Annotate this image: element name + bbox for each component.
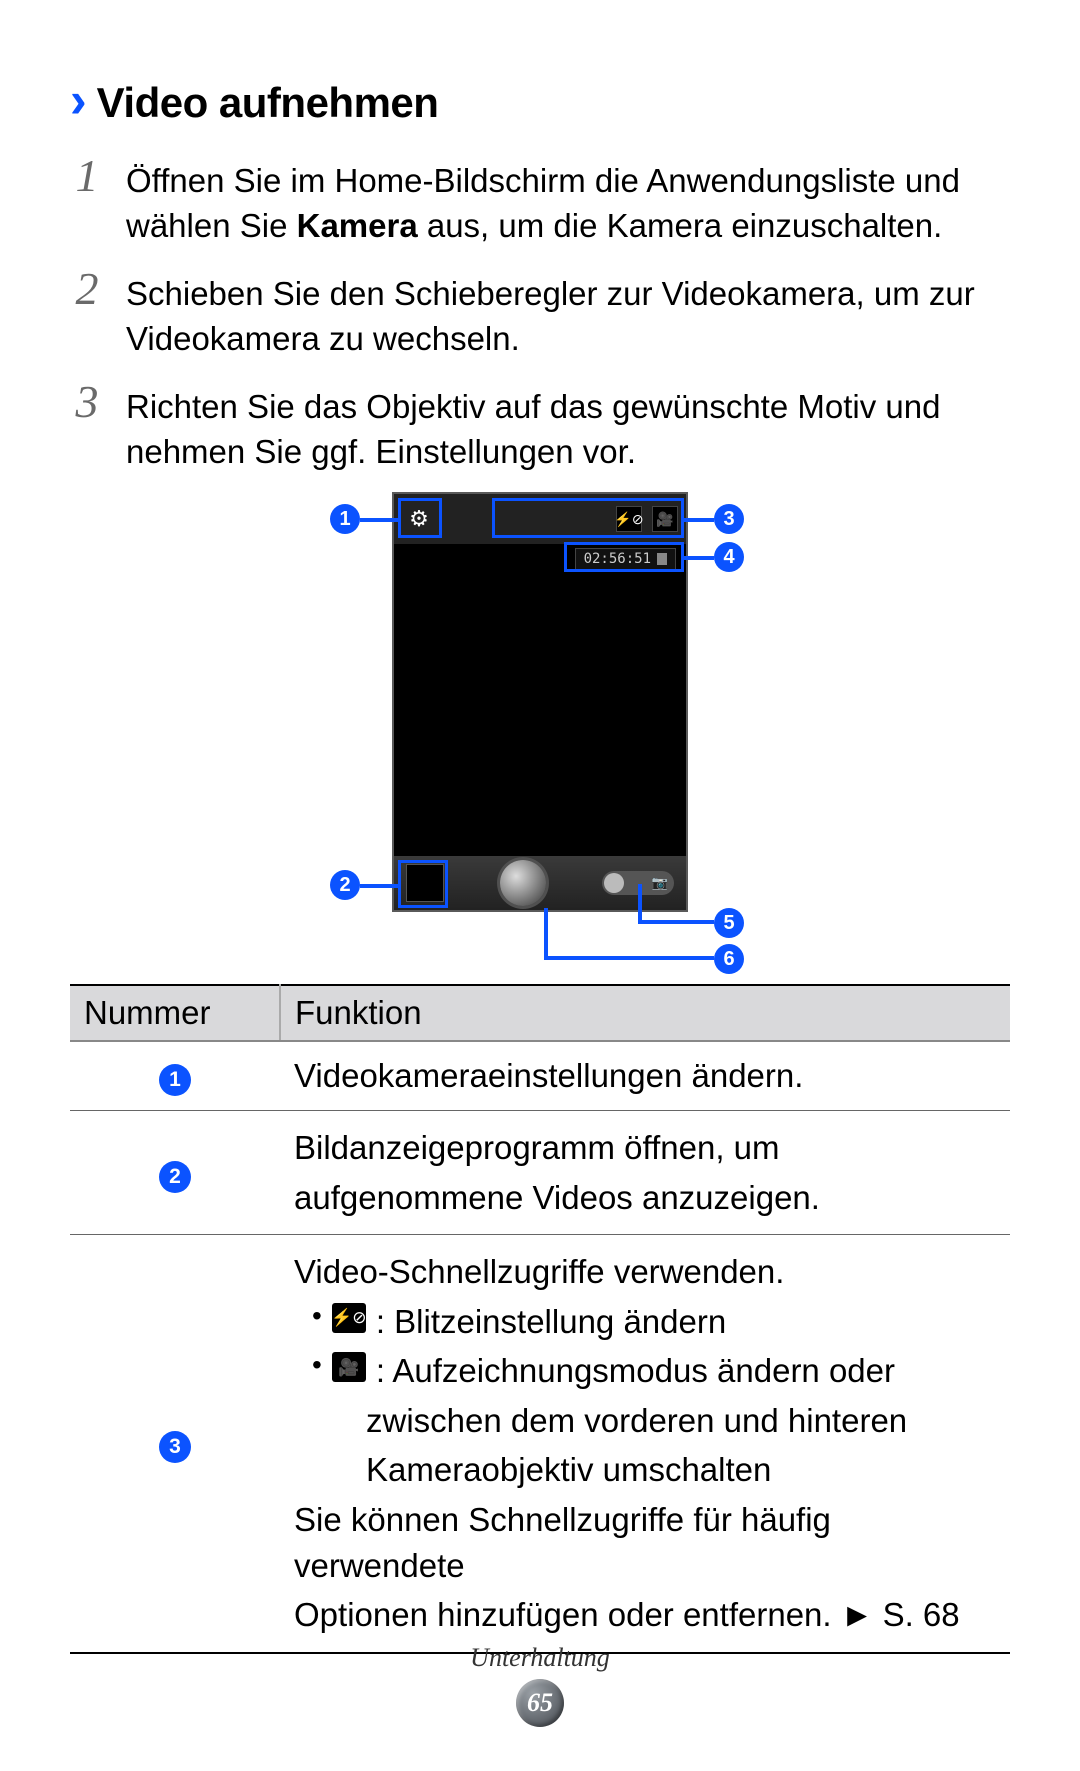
bullet-recmode-text-a: : Aufzeichnungsmodus ändern oder [376, 1348, 996, 1394]
callout-6: 6 [714, 944, 744, 974]
leader-2 [360, 884, 398, 888]
recmode-icon: 🎥 [332, 1352, 366, 1382]
col-header-number: Nummer [70, 985, 280, 1041]
callout-4: 4 [714, 542, 744, 572]
leader-5h [638, 920, 714, 924]
row-text-2: Bildanzeigeprogramm öffnen, um aufgenomm… [294, 1125, 996, 1220]
chevron-right-icon: › [70, 75, 87, 125]
table-row: 3 Video-Schnellzugriffe verwenden. • ⚡⊘ … [70, 1235, 1010, 1653]
page-number-badge: 65 [516, 1679, 564, 1727]
callout-box-4 [564, 542, 684, 572]
flash-setting-icon: ⚡⊘ [332, 1303, 366, 1333]
bullet-flash: • ⚡⊘ : Blitzeinstellung ändern [294, 1299, 996, 1345]
row3-intro: Video-Schnellzugriffe verwenden. [294, 1249, 996, 1295]
page-footer: Unterhaltung 65 [0, 1643, 1080, 1727]
callout-2: 2 [330, 870, 360, 900]
table-row: 2 Bildanzeigeprogramm öffnen, um aufgeno… [70, 1111, 1010, 1235]
photo-mode-icon: 📷 [652, 875, 668, 891]
leader-1 [360, 518, 398, 522]
bullet-flash-text: : Blitzeinstellung ändern [376, 1299, 996, 1345]
row3-outro-1: Sie können Schnellzugriffe für häufig ve… [294, 1497, 996, 1588]
camcorder-figure: ⚙ ⚡⊘ 🎥 02:56:51 🎥 📷 [260, 492, 820, 954]
step-number: 3 [70, 379, 104, 425]
leader-4 [684, 556, 714, 560]
bullet-recmode-text-b: zwischen dem vorderen und hinteren [294, 1398, 996, 1444]
step-3: 3 Richten Sie das Objektiv auf das gewün… [70, 379, 1010, 474]
callout-box-3 [492, 498, 684, 538]
step-2: 2 Schieben Sie den Schieberegler zur Vid… [70, 266, 1010, 361]
row-text-1: Videokameraeinstellungen ändern. [280, 1041, 1010, 1111]
step-text: Schieben Sie den Schieberegler zur Video… [126, 266, 986, 361]
callout-box-2 [398, 860, 448, 908]
bullet-dot-icon: • [312, 1299, 322, 1333]
row3-outro-2: Optionen hinzufügen oder entfernen. ► S.… [294, 1592, 996, 1638]
bullet-dot-icon: • [312, 1348, 322, 1382]
function-table: Nummer Funktion 1 Videokameraeinstellung… [70, 984, 1010, 1653]
callout-1: 1 [330, 504, 360, 534]
leader-6h [544, 956, 714, 960]
step-1: 1 Öffnen Sie im Home-Bildschirm die Anwe… [70, 153, 1010, 248]
step-number: 2 [70, 266, 104, 312]
leader-3 [684, 518, 714, 522]
step-text: Öffnen Sie im Home-Bildschirm die Anwend… [126, 153, 986, 248]
row2-line2: aufgenommene Videos anzuzeigen. [294, 1175, 996, 1221]
section-heading: Video aufnehmen [97, 79, 439, 127]
row-text-3: Video-Schnellzugriffe verwenden. • ⚡⊘ : … [294, 1249, 996, 1637]
col-header-function: Funktion [280, 985, 1010, 1041]
callout-box-1 [398, 498, 442, 538]
row-badge-2: 2 [159, 1161, 191, 1193]
callout-3: 3 [714, 504, 744, 534]
table-row: 1 Videokameraeinstellungen ändern. [70, 1041, 1010, 1111]
step-text: Richten Sie das Objektiv auf das gewünsc… [126, 379, 986, 474]
shutter-button [500, 860, 546, 906]
footer-section: Unterhaltung [0, 1643, 1080, 1673]
row-badge-3: 3 [159, 1431, 191, 1463]
step-number: 1 [70, 153, 104, 199]
row-badge-1: 1 [159, 1064, 191, 1096]
row2-line1: Bildanzeigeprogramm öffnen, um [294, 1125, 996, 1171]
step-text-post: aus, um die Kamera einzuschalten. [418, 207, 943, 244]
step-text-bold: Kamera [297, 207, 418, 244]
leader-6v [544, 908, 548, 958]
bullet-recmode: • 🎥 : Aufzeichnungsmodus ändern oder [294, 1348, 996, 1394]
callout-5: 5 [714, 908, 744, 938]
bullet-recmode-text-c: Kameraobjektiv umschalten [294, 1447, 996, 1493]
leader-5v [638, 884, 642, 922]
